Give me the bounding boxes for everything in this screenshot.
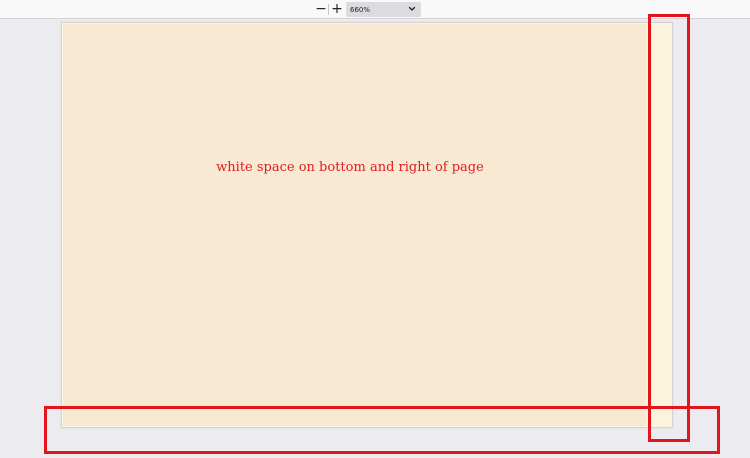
chevron-down-icon	[408, 6, 416, 11]
toolbar-divider	[328, 4, 329, 15]
minus-icon: −	[315, 1, 327, 17]
bottom-whitespace-highlight	[44, 406, 720, 454]
zoom-in-button[interactable]: +	[330, 1, 344, 17]
page-text: white space on bottom and right of page	[216, 160, 484, 175]
plus-icon: +	[331, 1, 343, 17]
zoom-out-button[interactable]: −	[314, 1, 328, 17]
page-content-area	[63, 24, 646, 426]
zoom-level-value: 660%	[350, 5, 371, 14]
pdf-toolbar: − + 660%	[0, 0, 750, 19]
zoom-level-select[interactable]: 660%	[346, 2, 421, 17]
right-whitespace-highlight	[648, 14, 690, 442]
